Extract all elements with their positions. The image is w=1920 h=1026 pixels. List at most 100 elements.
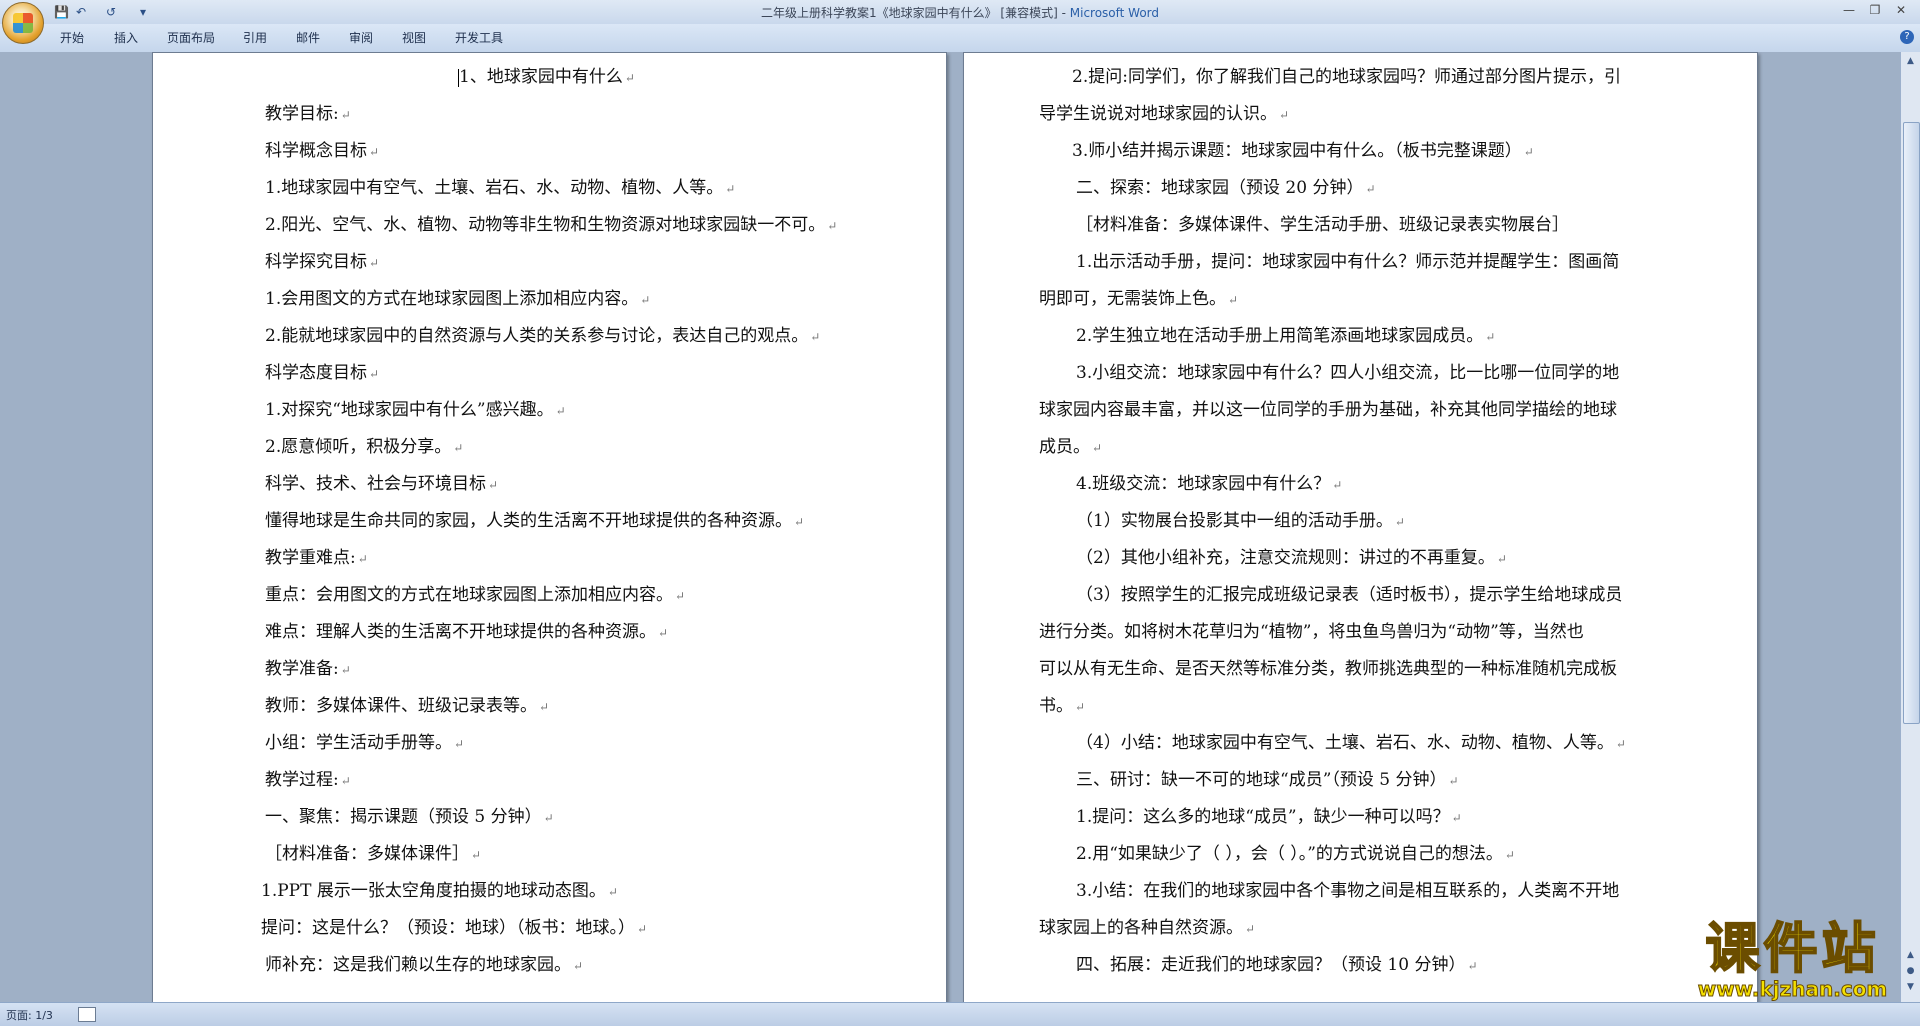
maximize-icon[interactable]: ❐	[1864, 2, 1886, 18]
doc-line: 3.小结：在我们的地球家园中各个事物之间是相互联系的，人类离不开地	[1076, 881, 1620, 901]
help-icon[interactable]: ?	[1900, 30, 1914, 44]
paragraph-mark-icon: ↵	[607, 885, 618, 899]
paragraph-mark-icon: ↵	[637, 922, 648, 936]
paragraph-mark-icon: ↵	[1615, 737, 1626, 751]
doc-line: 1.PPT 展示一张太空角度拍摄的地球动态图。 ↵	[261, 881, 618, 901]
tab-layout[interactable]: 页面布局	[167, 30, 215, 46]
doc-line: 4.班级交流：地球家园中有什么？ ↵	[1076, 474, 1343, 494]
scroll-thumb[interactable]	[1903, 122, 1920, 724]
app-name: Microsoft Word	[1069, 6, 1160, 20]
paragraph-mark-icon: ↵	[340, 663, 351, 677]
doc-line: （2）其他小组补充，注意交流规则：讲过的不再重复。 ↵	[1076, 548, 1507, 568]
minimize-icon[interactable]: —	[1838, 2, 1860, 18]
doc-line: 明即可，无需装饰上色。 ↵	[1039, 289, 1239, 309]
tab-home[interactable]: 开始	[60, 30, 84, 46]
doc-line: 2.提问:同学们，你了解我们自己的地球家园吗？师通过部分图片提示，引	[1072, 67, 1621, 87]
doc-line: 1.会用图文的方式在地球家园图上添加相应内容。 ↵	[265, 289, 651, 309]
lesson-title: 1、地球家园中有什么 ↵	[458, 67, 635, 87]
tab-insert[interactable]: 插入	[114, 30, 138, 46]
doc-line: 重点：会用图文的方式在地球家园图上添加相应内容。 ↵	[265, 585, 686, 605]
doc-line: ［材料准备：多媒体课件］ ↵	[265, 844, 482, 864]
page-indicator[interactable]: 页面: 1/3	[6, 1007, 53, 1023]
document-workspace: 1、地球家园中有什么 ↵ 教学目标: ↵ 科学概念目标 ↵ 1.地球家园中有空气、土壤…	[0, 52, 1900, 1002]
doc-line: 书。 ↵	[1039, 696, 1086, 716]
status-bar: 页面: 1/3	[0, 1002, 1920, 1026]
doc-line: 3.师小结并揭示课题：地球家园中有什么。（板书完整课题） ↵	[1072, 141, 1534, 161]
office-button[interactable]	[2, 2, 44, 44]
paragraph-mark-icon: ↵	[369, 367, 380, 381]
doc-line: 科学探究目标 ↵	[265, 252, 380, 272]
doc-line: 2.能就地球家园中的自然资源与人类的关系参与讨论，表达自己的观点。 ↵	[265, 326, 821, 346]
doc-line: 教学重难点: ↵	[265, 548, 368, 568]
doc-line: 2.用“如果缺少了（ ），会（ ）。”的方式说说自己的想法。 ↵	[1076, 844, 1515, 864]
paragraph-mark-icon: ↵	[1496, 552, 1507, 566]
paragraph-mark-icon: ↵	[1245, 922, 1256, 936]
doc-line: 进行分类。如将树木花草归为“植物”，将虫鱼鸟兽归为“动物”等，当然也	[1039, 622, 1584, 642]
paragraph-mark-icon: ↵	[827, 219, 838, 233]
watermark-text: 课件站	[1705, 917, 1880, 980]
doc-line: 可以从有无生命、是否天然等标准分类，教师挑选典型的一种标准随机完成板	[1039, 659, 1617, 679]
tab-references[interactable]: 引用	[243, 30, 267, 46]
doc-line: 二、探索：地球家园（预设 20 分钟） ↵	[1076, 178, 1376, 198]
doc-line: 1.提问：这么多的地球“成员”，缺少一种可以吗？ ↵	[1076, 807, 1462, 827]
doc-line: （4）小结：地球家园中有空气、土壤、岩石、水、动物、植物、人等。 ↵	[1076, 733, 1626, 753]
close-icon[interactable]: ✕	[1890, 2, 1912, 18]
paragraph-mark-icon: ↵	[1448, 774, 1459, 788]
scroll-up-icon[interactable]: ▲	[1903, 54, 1918, 68]
ribbon-tabs: 开始 插入 页面布局 引用 邮件 审阅 视图 开发工具 ?	[0, 24, 1920, 53]
paragraph-mark-icon: ↵	[624, 71, 635, 85]
doc-line: （3）按照学生的汇报完成班级记录表（适时板书），提示学生给地球成员	[1076, 585, 1623, 605]
paragraph-mark-icon: ↵	[1504, 848, 1515, 862]
paragraph-mark-icon: ↵	[1485, 330, 1496, 344]
doc-line: 1.对探究“地球家园中有什么”感兴趣。 ↵	[265, 400, 566, 420]
doc-line: 教学目标: ↵	[265, 104, 351, 124]
doc-line: 科学、技术、社会与环境目标 ↵	[265, 474, 499, 494]
watermark-logo: 课件站 www.kjzhan.com	[1665, 917, 1920, 1001]
window-title: 二年级上册科学教案1《地球家园中有什么》 [兼容模式] - Microsoft …	[760, 6, 1160, 20]
paragraph-mark-icon: ↵	[675, 589, 686, 603]
paragraph-mark-icon: ↵	[1451, 811, 1462, 825]
proofing-icon[interactable]	[78, 1007, 96, 1022]
paragraph-mark-icon: ↵	[658, 626, 669, 640]
doc-line: 一、聚焦：揭示课题（预设 5 分钟） ↵	[265, 807, 554, 827]
paragraph-mark-icon: ↵	[1467, 959, 1478, 973]
doc-line: 科学态度目标 ↵	[265, 363, 380, 383]
document-title: 二年级上册科学教案1《地球家园中有什么》 [兼容模式]	[760, 6, 1058, 20]
doc-line: 导学生说说对地球家园的认识。 ↵	[1039, 104, 1290, 124]
doc-line: 教师：多媒体课件、班级记录表等。 ↵	[265, 696, 550, 716]
paragraph-mark-icon: ↵	[640, 293, 651, 307]
paragraph-mark-icon: ↵	[454, 737, 465, 751]
paragraph-mark-icon: ↵	[1075, 700, 1086, 714]
tab-review[interactable]: 审阅	[349, 30, 373, 46]
page-left[interactable]: 1、地球家园中有什么 ↵ 教学目标: ↵ 科学概念目标 ↵ 1.地球家园中有空气、土壤…	[152, 52, 947, 1002]
paragraph-mark-icon: ↵	[1394, 515, 1405, 529]
doc-line: 教学过程: ↵	[265, 770, 351, 790]
paragraph-mark-icon: ↵	[369, 256, 380, 270]
paragraph-mark-icon: ↵	[810, 330, 821, 344]
doc-line: 三、研讨：缺一不可的地球“成员”（预设 5 分钟） ↵	[1076, 770, 1459, 790]
doc-line: 教学准备: ↵	[265, 659, 351, 679]
doc-line: 2.愿意倾听，积极分享。 ↵	[265, 437, 464, 457]
paragraph-mark-icon: ↵	[340, 108, 351, 122]
tab-developer[interactable]: 开发工具	[455, 30, 503, 46]
doc-line: 小组：学生活动手册等。 ↵	[265, 733, 465, 753]
doc-line: 2.学生独立地在活动手册上用简笔添画地球家园成员。 ↵	[1076, 326, 1496, 346]
paragraph-mark-icon: ↵	[543, 811, 554, 825]
doc-line: 四、拓展：走近我们的地球家园？（预设 10 分钟） ↵	[1076, 955, 1478, 975]
doc-line: 懂得地球是生命共同的家园，人类的生活离不开地球提供的各种资源。 ↵	[265, 511, 805, 531]
doc-line: 师补充：这是我们赖以生存的地球家园。 ↵	[265, 955, 584, 975]
paragraph-mark-icon: ↵	[725, 182, 736, 196]
doc-line: （1）实物展台投影其中一组的活动手册。 ↵	[1076, 511, 1405, 531]
paragraph-mark-icon: ↵	[1228, 293, 1239, 307]
doc-line: 球家园上的各种自然资源。 ↵	[1039, 918, 1256, 938]
doc-line: 球家园内容最丰富，并以这一位同学的手册为基础，补充其他同学描绘的地球	[1039, 400, 1617, 420]
doc-line: 3.小组交流：地球家园中有什么？四人小组交流，比一比哪一位同学的地	[1076, 363, 1620, 383]
paragraph-mark-icon: ↵	[1332, 478, 1343, 492]
paragraph-mark-icon: ↵	[1365, 182, 1376, 196]
tab-mailings[interactable]: 邮件	[296, 30, 320, 46]
page-right[interactable]: 2.提问:同学们，你了解我们自己的地球家园吗？师通过部分图片提示，引 导学生说说…	[963, 52, 1758, 1002]
vertical-scrollbar[interactable]: ▲ ▲ ● ▼	[1900, 52, 1920, 1002]
watermark-url: www.kjzhan.com	[1697, 977, 1888, 1001]
tab-view[interactable]: 视图	[402, 30, 426, 46]
doc-line: ［材料准备：多媒体课件、学生活动手册、班级记录表实物展台］	[1076, 215, 1569, 235]
